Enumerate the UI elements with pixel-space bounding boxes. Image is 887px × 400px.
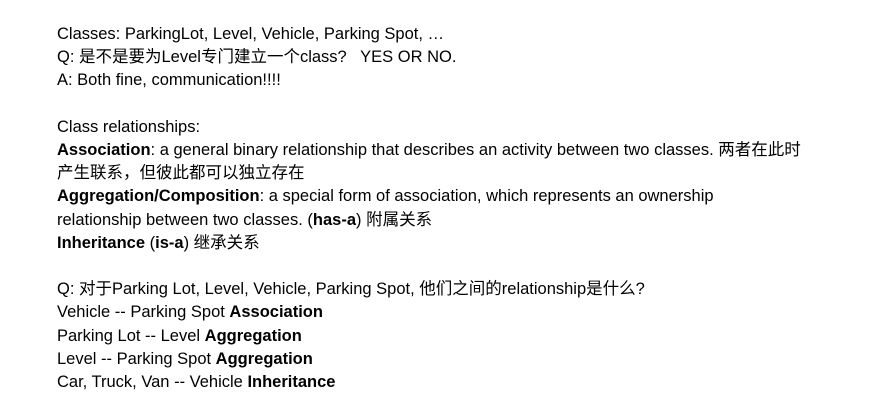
is-a-term: is-a [155,233,184,252]
answer-pair: Vehicle -- Parking Spot [57,303,230,322]
aggregation-term: Aggregation/Composition [57,187,260,206]
answer-row-4: Car, Truck, Van -- Vehicle Inheritance [57,371,857,394]
answer-row-3: Level -- Parking Spot Aggregation [57,348,857,371]
answer-type: Aggregation [215,349,313,368]
classes-line: Classes: ParkingLot, Level, Vehicle, Par… [57,25,445,43]
association-term: Association [57,141,151,159]
answer-type: Aggregation [204,326,302,345]
answer-type: Inheritance [247,373,336,392]
answer-row-1: Vehicle -- Parking Spot Association [57,301,857,324]
question-1: Q: 是不是要为Level专门建立一个class? YES OR NO. [57,48,457,67]
question-2: Q: 对于Parking Lot, Level, Vehicle, Parkin… [57,280,645,299]
association-description: : a general binary relationship that des… [57,141,801,183]
answer-pair: Car, Truck, Van -- Vehicle [57,373,248,392]
answer-type: Association [229,303,323,322]
aggregation-tail: ) 附属关系 [356,210,433,229]
answer-row-2: Parking Lot -- Level Aggregation [57,325,857,348]
inheritance-definition: Inheritance (is-a) 继承关系 [57,232,857,255]
inheritance-tail: ) 继承关系 [183,233,260,252]
has-a-term: has-a [312,210,356,229]
association-definition: Association: a general binary relationsh… [57,139,802,185]
document-body: Classes: ParkingLot, Level, Vehicle, Par… [57,23,857,394]
relationships-heading: Class relationships: [57,117,201,136]
answer-pair: Level -- Parking Spot [57,349,216,368]
aggregation-definition: Aggregation/Composition: a special form … [57,185,802,231]
answer-1: A: Both fine, communication!!!! [57,71,281,90]
inheritance-open: ( [145,233,156,252]
answer-pair: Parking Lot -- Level [57,326,205,345]
inheritance-term: Inheritance [57,233,146,252]
